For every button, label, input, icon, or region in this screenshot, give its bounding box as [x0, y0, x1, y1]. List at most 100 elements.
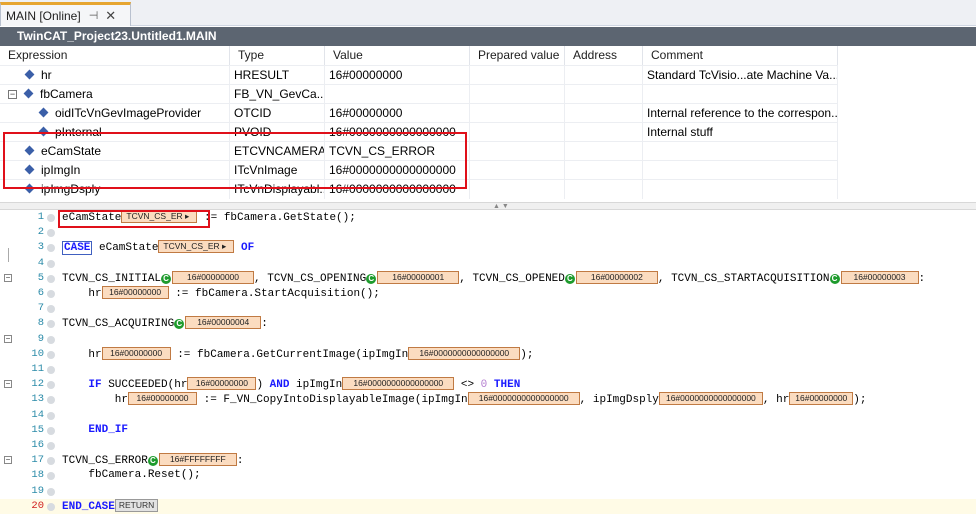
breakpoint-marker[interactable] [47, 320, 55, 329]
breakpoint-marker[interactable] [47, 274, 55, 283]
fold-toggle-icon[interactable]: − [4, 380, 12, 389]
code-line[interactable]: 14 [0, 408, 976, 423]
inline-value[interactable]: 16#00000004 [185, 316, 262, 330]
comment-cell: Internal reference to the correspon... [643, 104, 838, 123]
breakpoint-marker[interactable] [47, 381, 55, 390]
inline-value[interactable]: 16#0000000000000000 [342, 377, 455, 391]
fold-toggle-icon[interactable]: − [4, 334, 12, 343]
table-row[interactable]: eCamState ETCVNCAMERA... TCVN_CS_ERROR [0, 141, 838, 161]
breakpoint-marker[interactable] [47, 472, 55, 481]
code-line[interactable]: 19 [0, 484, 976, 499]
breakpoint-marker[interactable] [47, 502, 55, 511]
splitter-grip-icon: ▲▼ [493, 203, 511, 210]
column-header-value[interactable]: Value [325, 46, 470, 65]
prepared-value-cell[interactable] [470, 123, 565, 142]
tab-main-online[interactable]: MAIN [Online] ⊣ ✕ [0, 2, 131, 26]
code-line[interactable]: −9 [0, 332, 976, 347]
line-number: 16 [31, 439, 44, 451]
breakpoint-marker[interactable] [47, 396, 55, 405]
address-cell [565, 66, 643, 85]
code-text: eCamState TCVN_CS_ER ▸ := fbCamera.GetSta… [62, 210, 356, 224]
watch-table: Expression Type Value Prepared value Add… [0, 46, 976, 202]
breakpoint-marker[interactable] [47, 214, 55, 222]
inline-value[interactable]: 16#00000002 [575, 270, 658, 284]
code-line[interactable]: 7 [0, 301, 976, 316]
code-line-current[interactable]: 20 END_CASE RETURN [0, 498, 976, 514]
code-line[interactable]: 11 [0, 362, 976, 377]
column-header-address[interactable]: Address [565, 46, 643, 65]
inline-value[interactable]: 16#00000000 [172, 270, 255, 284]
column-header-expression[interactable]: Expression [0, 46, 230, 65]
breakpoint-marker[interactable] [47, 335, 55, 344]
inline-value[interactable]: 16#0000000000000000 [467, 392, 580, 406]
table-row[interactable]: hr HRESULT 16#00000000 Standard TcVisio.… [0, 65, 838, 85]
code-line[interactable]: 18 fbCamera.Reset(); [0, 468, 976, 483]
table-row[interactable]: − fbCamera FB_VN_GevCa... [0, 84, 838, 104]
code-line[interactable]: 2 [0, 225, 976, 240]
inline-value[interactable]: 16#0000000000000000 [658, 392, 763, 406]
column-header-comment[interactable]: Comment [643, 46, 838, 65]
breakpoint-marker[interactable] [47, 350, 55, 359]
inline-value[interactable]: 16#00000003 [840, 270, 919, 284]
breakpoint-marker[interactable] [47, 442, 55, 450]
code-line[interactable]: 6 hr 16#00000000 := fbCamera.StartAcquisi… [0, 286, 976, 301]
prepared-value-cell[interactable] [470, 142, 565, 161]
inline-value[interactable]: 16#0000000000000000 [408, 346, 521, 360]
collapse-icon[interactable]: − [8, 90, 17, 99]
code-line[interactable]: 3 CASE eCamState TCVN_CS_ER ▸ OF [0, 240, 976, 256]
inline-value[interactable]: TCVN_CS_ER ▸ [121, 210, 198, 223]
breakpoint-marker[interactable] [47, 259, 55, 268]
code-line[interactable]: 8 TCVN_CS_ACQUIRING C 16#00000004: [0, 316, 976, 331]
code-line[interactable]: 16 [0, 438, 976, 453]
breakpoint-marker[interactable] [47, 229, 55, 238]
inline-value[interactable]: 16#00000000 [101, 286, 169, 299]
inline-value[interactable]: 16#00000000 [101, 346, 171, 360]
prepared-value-cell[interactable] [470, 161, 565, 180]
expression-text: hr [41, 68, 52, 82]
code-line[interactable]: 15 END_IF [0, 423, 976, 438]
code-line[interactable]: − 5 TCVN_CS_INITIAL C 16#00000000, TCVN_CS… [0, 270, 976, 286]
table-row[interactable]: ipImgIn ITcVnImage 16#0000000000000000 [0, 160, 838, 180]
close-icon[interactable]: ✕ [105, 8, 116, 24]
code-editor[interactable]: 1 eCamState TCVN_CS_ER ▸ := fbCamera.GetS… [0, 210, 976, 527]
line-number: 6 [37, 287, 44, 299]
prepared-value-cell[interactable] [470, 180, 565, 199]
address-cell [565, 123, 643, 142]
code-line[interactable]: − 12 IF SUCCEEDED(hr 16#00000000) AND ipI… [0, 377, 976, 392]
column-header-type[interactable]: Type [230, 46, 325, 65]
table-row[interactable]: oidITcVnGevImageProvider OTCID 16#000000… [0, 103, 838, 123]
code-line[interactable]: 10 hr 16#00000000 := fbCamera.GetCurrentI… [0, 346, 976, 362]
pin-icon[interactable]: ⊣ [89, 9, 99, 22]
breakpoint-marker[interactable] [47, 305, 55, 314]
inline-value[interactable]: 16#00000000 [187, 377, 257, 391]
code-line[interactable]: 4 [0, 256, 976, 271]
line-number: 19 [31, 484, 44, 497]
breakpoint-marker[interactable] [47, 426, 55, 435]
inline-value[interactable]: 16#00000000 [789, 392, 854, 406]
breakpoint-marker[interactable] [47, 244, 55, 253]
table-row[interactable]: pInternal PVOID 16#0000000000000000 Inte… [0, 122, 838, 142]
column-header-prepared-value[interactable]: Prepared value [470, 46, 565, 65]
code-text: IF SUCCEEDED(hr 16#00000000) AND ipImgIn 1… [88, 377, 521, 392]
fold-toggle-icon[interactable]: − [4, 273, 12, 282]
breakpoint-marker[interactable] [47, 487, 55, 496]
inline-value[interactable]: 16#00000001 [377, 270, 460, 284]
inline-value[interactable]: 16#00000000 [128, 392, 198, 406]
table-row[interactable]: ipImgDsply ITcVnDisplayabl... 16#0000000… [0, 179, 838, 199]
code-line[interactable]: − 17 TCVN_CS_ERROR C 16#FFFFFFFF: [0, 453, 976, 468]
prepared-value-cell[interactable] [470, 104, 565, 123]
breakpoint-marker[interactable] [47, 290, 55, 298]
fold-toggle-icon[interactable]: − [4, 456, 12, 465]
line-number: 15 [31, 423, 44, 436]
inline-value[interactable]: TCVN_CS_ER ▸ [158, 240, 235, 254]
breakpoint-marker[interactable] [47, 457, 55, 466]
prepared-value-cell[interactable] [470, 85, 565, 104]
code-line[interactable]: 13 hr 16#00000000 := F_VN_CopyIntoDisplay… [0, 392, 976, 407]
address-cell [565, 180, 643, 199]
code-line[interactable]: 1 eCamState TCVN_CS_ER ▸ := fbCamera.GetS… [0, 210, 976, 225]
breakpoint-marker[interactable] [47, 366, 55, 374]
pane-splitter[interactable]: ▲▼ [0, 202, 976, 210]
inline-value[interactable]: 16#FFFFFFFF [158, 453, 237, 467]
prepared-value-cell[interactable] [470, 66, 565, 85]
breakpoint-marker[interactable] [47, 411, 55, 420]
